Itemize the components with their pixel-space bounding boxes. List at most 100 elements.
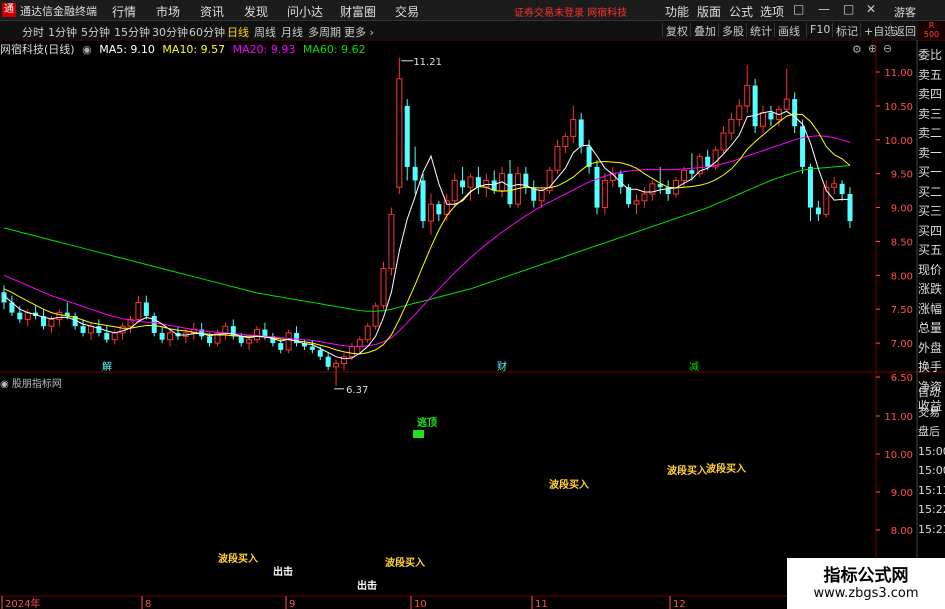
indicator-tick-label: 10.00 (884, 450, 913, 461)
candle-body (720, 132, 727, 151)
indicator-tick-label: 8.00 (891, 526, 913, 537)
candle-body (792, 99, 798, 127)
trade-field-label: 15:13 (918, 483, 945, 497)
candle-body (80, 326, 86, 333)
candle-body (689, 170, 695, 174)
candle-body (48, 318, 55, 327)
trade-field-label: 15:00 (918, 444, 945, 458)
low-label: 6.37 (346, 385, 368, 396)
event-label: 减 (689, 361, 699, 373)
price-axis: 11.00 10.50 10.00 9.50 9.00 8.50 8.00 7.50 7.00 6… (876, 68, 913, 384)
candle-body (807, 166, 813, 208)
candle-body (562, 135, 569, 148)
candle-body (783, 98, 790, 110)
quote-side-panel: 委比 卖五 卖四 卖三 卖二 卖一 买一 买二 买三 买四 买五 现价 涨跌 涨幅 总量 外盘 换手 净资 收益 (918, 46, 945, 417)
candle-body (396, 78, 403, 188)
candle-body (728, 118, 735, 134)
candle-body (712, 149, 719, 168)
trade-field-label: 15:00 (918, 464, 945, 477)
trade-field-label: 盘后 (918, 425, 940, 438)
candle-body (831, 183, 838, 188)
candle-body (340, 356, 347, 364)
candle-body (325, 356, 331, 367)
candle-body (467, 176, 474, 188)
candle-body (24, 312, 31, 320)
candle-body (507, 173, 513, 205)
candle-body (736, 105, 743, 120)
quote-field-label: 外盘 (918, 340, 943, 355)
candle-body (364, 325, 371, 341)
price-tick-label: 10.50 (884, 102, 913, 113)
candle-body (680, 169, 687, 181)
candle-body (254, 329, 261, 341)
ma60-line (3, 165, 851, 312)
candle-body (56, 312, 63, 320)
candle-body (111, 332, 118, 341)
quote-field-label: 涨幅 (918, 301, 943, 316)
candle-body (800, 126, 806, 167)
candle-body (427, 203, 434, 222)
candles (1, 57, 853, 386)
candle-body (451, 179, 458, 202)
price-tick-label: 6.50 (891, 373, 913, 384)
signal-marker (413, 430, 424, 438)
candle-body (388, 213, 395, 270)
candle-body (641, 193, 648, 202)
quote-field-label: 卖二 (918, 126, 943, 140)
signal-label: 逃顶 (417, 416, 437, 429)
candle-body (262, 329, 268, 337)
candle-body (594, 166, 600, 208)
event-label: 解 (102, 360, 112, 373)
ma20-line (3, 135, 851, 347)
quote-field-label: 卖四 (918, 87, 943, 101)
price-tick-label: 11.00 (884, 68, 913, 79)
candle-body (309, 346, 315, 350)
candle-body (278, 343, 284, 350)
signal-label: 波段买入 (549, 478, 589, 491)
price-tick-label: 7.00 (891, 339, 913, 350)
quote-field-label: 总量 (918, 321, 943, 335)
candle-body (815, 207, 821, 215)
price-tick-label: 9.00 (891, 204, 913, 215)
candle-body (222, 325, 229, 334)
price-tick-label: 7.50 (891, 305, 913, 316)
candle-body (159, 332, 165, 340)
signal-label: 波段买入 (385, 556, 425, 569)
time-tick-label: 10 (414, 599, 427, 609)
candle-body (847, 194, 853, 222)
candle-body (238, 336, 244, 344)
candle-body (96, 326, 102, 333)
candle-body (207, 336, 213, 344)
price-tick-label: 10.00 (884, 136, 913, 147)
time-tick-label: 9 (289, 599, 295, 609)
candle-body (246, 339, 253, 344)
quote-field-label: 买一 (918, 165, 943, 179)
signal-label: 出击 (273, 565, 293, 578)
candle-body (167, 332, 174, 341)
watermark-title: 指标公式网 (823, 566, 909, 586)
price-tick-label: 8.50 (891, 237, 913, 248)
trade-field-label: 自动 (918, 386, 940, 399)
candle-body (839, 183, 845, 194)
candle-body (285, 332, 292, 351)
quote-field-label: 买二 (918, 184, 943, 199)
quote-field-label: 涨跌 (918, 282, 943, 296)
candle-body (317, 349, 323, 357)
candle-body (333, 362, 340, 368)
candle-body (404, 105, 410, 167)
quote-field-label: 现价 (918, 262, 943, 277)
candle-body (436, 204, 442, 215)
candle-body (460, 180, 466, 188)
time-tick-label: 2024年 (5, 597, 40, 609)
candle-body (104, 332, 110, 340)
time-tick-label: 8 (145, 599, 151, 609)
candle-body (601, 179, 608, 209)
candle-body (705, 156, 711, 167)
candle-body (17, 312, 23, 320)
quote-field-label: 买四 (918, 223, 943, 238)
kline-chart[interactable]: 11.00 10.50 10.00 9.50 9.00 8.50 8.00 7.50 7.00 6… (0, 0, 945, 609)
quote-field-label: 卖一 (918, 145, 943, 160)
signal-label: 波段买入 (218, 552, 258, 565)
candle-body (744, 85, 751, 107)
candle-body (420, 180, 426, 222)
